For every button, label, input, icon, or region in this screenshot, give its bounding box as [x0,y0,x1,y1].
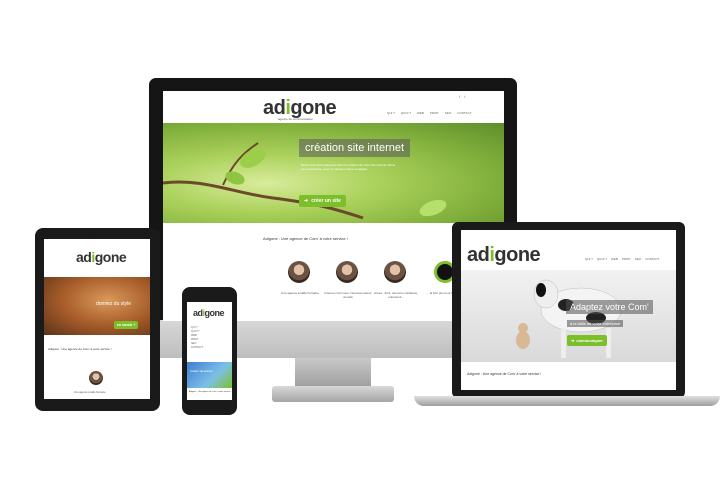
desktop-hero: création site internet Nous vous accompa… [163,123,504,223]
phone-hero: création site internet [187,362,232,388]
arrow-right-icon: ➜ [304,198,309,204]
tablet-hero-button[interactable]: en savoir + [114,321,139,329]
desktop-header: f t adigone agence de communication QUI … [163,91,504,123]
tablet-logo[interactable]: adigone [76,249,127,265]
laptop-hero-button-label: communiquer [576,338,603,343]
nav-item[interactable]: QUOI ? [597,257,607,261]
laptop-hero-title-box: Adaptez votre Com' [566,300,653,314]
laptop-hero-sub: à la taille de votre entreprise [567,320,624,327]
monitor-stand-neck [295,358,371,388]
tablet-hero-text: donnez du style [96,301,132,307]
nav-item[interactable]: WEB [417,111,424,115]
team-caption: Crées : droit, donnons confiance, entrev… [373,291,419,299]
nav-item[interactable]: QUI ? [585,257,593,261]
desktop-social: f t [459,94,465,99]
tablet-hero-button-label: en savoir + [117,323,136,327]
nav-item[interactable]: WEB [611,257,618,261]
avatar [336,261,358,283]
twitter-icon[interactable]: t [464,94,465,99]
avatar [288,261,310,283]
hero-title-box: création site internet [299,139,411,157]
logo-text: gone [94,249,127,265]
laptop-hero: Adaptez votre Com' à la taille de votre … [461,270,676,362]
nav-item[interactable]: CONTACT [457,111,471,115]
desktop-nav: QUI ? QUOI ? WEB PRINT SEO CONTACT [381,111,471,115]
nav-item[interactable]: PRINT [430,111,439,115]
tablet-screen: adigone donnez du style en savoir + Adig… [44,239,150,399]
nav-item[interactable]: QUOI ? [401,111,411,115]
laptop-base [414,396,720,406]
logo-text: ad [263,97,286,119]
team-caption: Internet c'est nous. Nouveau acteur du w… [324,291,372,299]
dogs-illustration [516,279,622,358]
phone-screen: adigone QUI ? QUOI ? WEB PRINT SEO CONTA… [187,302,232,400]
laptop-section-title: Adigone : Une agence de Com' à votre ser… [467,372,542,376]
tablet-hero: donnez du style en savoir + [44,277,150,335]
logo-text: gone [204,308,225,318]
branch-illustration [163,142,447,220]
avatar [384,261,406,283]
logo-text: gone [494,244,541,266]
nav-item[interactable]: QUI ? [387,111,395,115]
logo-text: ad [193,308,203,318]
laptop-logo[interactable]: adigone [467,244,541,267]
tablet-section-title: Adigone : Une agence de Com' à votre ser… [48,347,112,351]
hero-button-label: créer un site [311,198,341,204]
team-member: Crées : droit, donnons confiance, entrev… [371,261,421,299]
phone-logo[interactable]: adigone [193,308,225,318]
logo-text: ad [76,249,92,265]
laptop-nav: QUI ? QUOI ? WEB PRINT SEO CONTACT [581,257,659,261]
nav-item[interactable]: CONTACT [645,257,659,261]
monitor-stand-base [272,386,394,402]
nav-item[interactable]: CONTACT [191,346,203,350]
arrow-right-icon: ➜ [571,338,575,343]
hero-title: création site internet [305,142,405,154]
nav-item[interactable]: SEO [635,257,641,261]
laptop-screen: adigone QUI ? QUOI ? WEB PRINT SEO CONTA… [461,230,676,390]
nav-item[interactable]: PRINT [622,257,631,261]
team-caption: Une agence à taille humaine [280,291,320,295]
hero-button[interactable]: ➜ créer un site [299,195,346,207]
nav-item[interactable]: SEO [445,111,451,115]
logo-text: gone [290,97,337,119]
devices-mockup: { "brand": { "logo_prefix": "ad", "logo_… [0,0,720,504]
laptop-hero-title: Adaptez votre Com' [570,302,649,312]
phone-nav: QUI ? QUOI ? WEB PRINT SEO CONTACT [191,326,203,350]
team-member: Internet c'est nous. Nouveau acteur du w… [323,261,373,299]
team-member: Une agence à taille humaine [275,261,325,295]
hero-text: Nous vous accompagnons dans la création … [301,163,396,171]
desktop-tagline: agence de communication [278,117,314,121]
avatar [89,371,103,385]
laptop-hero-button[interactable]: ➜ communiquer [567,335,607,346]
section-title: Adigone : Une agence de Com' à votre ser… [263,236,348,241]
logo-text: ad [467,244,490,266]
tablet-caption: Une agence à taille humaine [74,391,106,394]
phone-section-title: Adigone : Une agence de Com' à votre ser… [189,391,232,393]
phone-hero-text: création site internet [190,370,213,373]
facebook-icon[interactable]: f [459,94,460,99]
